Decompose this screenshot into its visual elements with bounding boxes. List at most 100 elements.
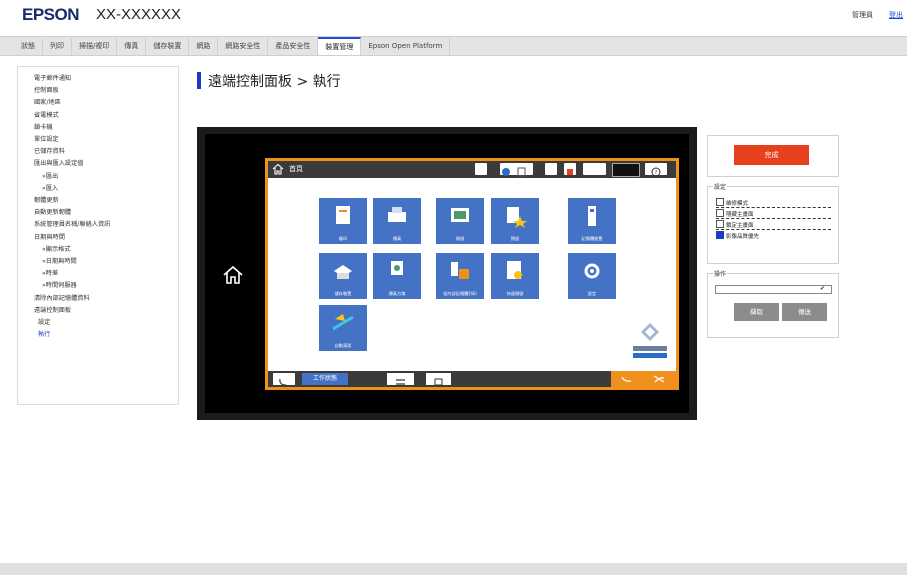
brand-badge (633, 346, 667, 351)
job-status-button[interactable]: 工作狀態 (302, 373, 348, 385)
tab-5[interactable]: 網路 (189, 38, 219, 55)
sidebar-item-5[interactable]: 單位設定 (34, 134, 178, 146)
checkbox-icon[interactable] (716, 231, 724, 239)
epson-connect-icon (641, 323, 659, 341)
option-divider (716, 229, 831, 230)
checkbox-icon[interactable] (716, 198, 724, 206)
tab-6[interactable]: 網路安全性 (218, 38, 269, 55)
tile-label: 記憶體裝置 (581, 236, 603, 241)
tile-label: 預設 (510, 236, 520, 241)
checkbox-icon[interactable] (716, 209, 724, 217)
sidebar-item-0[interactable]: 電子郵件通知 (34, 73, 178, 85)
sidebar-item-3[interactable]: 省電模式 (34, 110, 178, 122)
tab-7[interactable]: 產品安全性 (268, 38, 319, 55)
panel-tile-0[interactable]: 複印 (319, 198, 367, 244)
wifi-off-icon[interactable] (583, 163, 606, 175)
tile-icon (388, 207, 406, 222)
panel-tile-1[interactable]: 傳真 (373, 198, 421, 244)
phone-icon[interactable] (620, 374, 634, 384)
fetch-button[interactable]: 擷取 (734, 303, 779, 321)
home-icon[interactable] (222, 265, 244, 285)
help-icon[interactable]: ? (645, 163, 667, 177)
tab-3[interactable]: 傳真 (117, 38, 147, 55)
option-checkbox-2[interactable]: 鎖定主畫面 (716, 220, 754, 229)
tile-icon (588, 206, 596, 226)
done-button[interactable]: 完成 (734, 145, 809, 165)
call-log-button[interactable] (273, 373, 295, 386)
sidebar-item-11[interactable]: 自動更新韌體 (34, 207, 178, 219)
footer-bar (0, 563, 907, 575)
hangup-icon[interactable] (652, 374, 666, 384)
tile-icon (584, 263, 600, 279)
brand-badge-2 (633, 353, 667, 358)
sidebar-item-7[interactable]: 匯出與匯入設定值 (34, 158, 178, 170)
checkbox-icon[interactable] (716, 220, 724, 228)
fax-status-icon[interactable] (475, 163, 487, 175)
panel-tile-8[interactable]: 快速撥號 (491, 253, 539, 299)
option-label: 影像品質優先 (726, 234, 760, 240)
model-name: XX-XXXXXX (96, 6, 182, 23)
tile-icon (391, 261, 403, 275)
sidebar-item-21[interactable]: 執行 (34, 329, 178, 341)
operation-legend: 操作 (713, 269, 728, 278)
tile-icon (507, 261, 522, 279)
main-tabs: 狀態 列印 掃描/複印 傳真 儲存裝置 網路 網路安全性 產品安全性 裝置管理 Epson Ope… (0, 36, 907, 56)
panel-tile-4[interactable]: 記憶體裝置 (568, 198, 616, 244)
sidebar-item-12[interactable]: 系統管理員名稱/聯絡人資訊 (34, 219, 178, 231)
page-title: 遠端控制面板 > 執行 (208, 74, 341, 90)
sidebar-item-15[interactable]: »日期與時間 (34, 256, 178, 268)
sidebar-item-20[interactable]: 設定 (34, 317, 178, 329)
sidebar-item-18[interactable]: 清除內部記憶體資料 (34, 293, 178, 305)
epson-logo: EPSON (22, 5, 80, 24)
tile-label: 快速撥號 (506, 291, 524, 296)
option-checkbox-0[interactable]: 維修模式 (716, 198, 748, 207)
sidebar-item-19[interactable]: 遠端控制面板 (34, 305, 178, 317)
wifi-direct-icon[interactable] (564, 163, 576, 175)
tile-icon (332, 314, 354, 331)
tab-4[interactable]: 儲存裝置 (146, 38, 190, 55)
panel-tile-2[interactable]: 掃描 (436, 198, 484, 244)
sidebar-item-16[interactable]: »時差 (34, 268, 178, 280)
sidebar-item-4[interactable]: 鎖卡機 (34, 122, 178, 134)
operation-select[interactable] (715, 285, 832, 294)
stack-button[interactable] (426, 373, 451, 386)
logout-link[interactable]: 登出 (889, 10, 903, 20)
sidebar-item-10[interactable]: 韌體更新 (34, 195, 178, 207)
admin-label: 管理員 (852, 11, 873, 19)
panel-tile-7[interactable]: 從內部記憶體列印 (436, 253, 484, 299)
sidebar-nav: 電子郵件通知 控制面板 國家/地區 省電模式 鎖卡機 單位設定 已儲存資料 匯出與匯入設定值»… (17, 66, 179, 405)
panel-tile-9[interactable]: 設定 (568, 253, 616, 299)
sidebar-item-14[interactable]: »顯示格式 (34, 244, 178, 256)
panel-tile-3[interactable]: 預設 (491, 198, 539, 244)
panel-tile-5[interactable]: 儲存裝置 (319, 253, 367, 299)
tile-label: 儲存裝置 (334, 291, 352, 296)
network-icon[interactable] (545, 163, 557, 175)
sidebar-item-2[interactable]: 國家/地區 (34, 97, 178, 109)
option-checkbox-3[interactable]: 影像品質優先 (716, 231, 759, 240)
sidebar-item-6[interactable]: 已儲存資料 (34, 146, 178, 158)
tile-icon (451, 208, 469, 222)
panel-tile-6[interactable]: 傳真方塊 (373, 253, 421, 299)
tab-1[interactable]: 列印 (43, 38, 72, 55)
tile-label: 傳真方塊 (388, 291, 406, 296)
sidebar-item-13[interactable]: 日期與時間 (34, 232, 178, 244)
stop-button[interactable] (387, 373, 414, 385)
tab-8[interactable]: 裝置管理 (318, 37, 362, 55)
sidebar-item-8[interactable]: »匯出 (34, 171, 178, 183)
ink-status-icon[interactable] (500, 163, 533, 177)
tab-0[interactable]: 狀態 (14, 38, 43, 55)
tab-9[interactable]: Epson Open Platform (361, 38, 451, 55)
sidebar-item-9[interactable]: »匯入 (34, 183, 178, 195)
tile-label: 從內部記憶體列印 (443, 291, 477, 296)
tile-icon (507, 207, 527, 228)
panel-home-icon[interactable] (272, 163, 284, 175)
tab-2[interactable]: 掃描/複印 (72, 38, 118, 55)
panel-tile-10[interactable]: 自動清潔 (319, 305, 367, 351)
tile-label: 自動清潔 (334, 343, 352, 348)
sidebar-item-1[interactable]: 控制面板 (34, 85, 178, 97)
ecomode-icon[interactable] (612, 163, 640, 177)
sidebar-item-17[interactable]: »時間伺服器 (34, 280, 178, 292)
send-button[interactable]: 傳送 (782, 303, 827, 321)
chevron-down-icon[interactable]: ✔ (820, 285, 825, 292)
option-checkbox-1[interactable]: 隱藏主畫面 (716, 209, 754, 218)
